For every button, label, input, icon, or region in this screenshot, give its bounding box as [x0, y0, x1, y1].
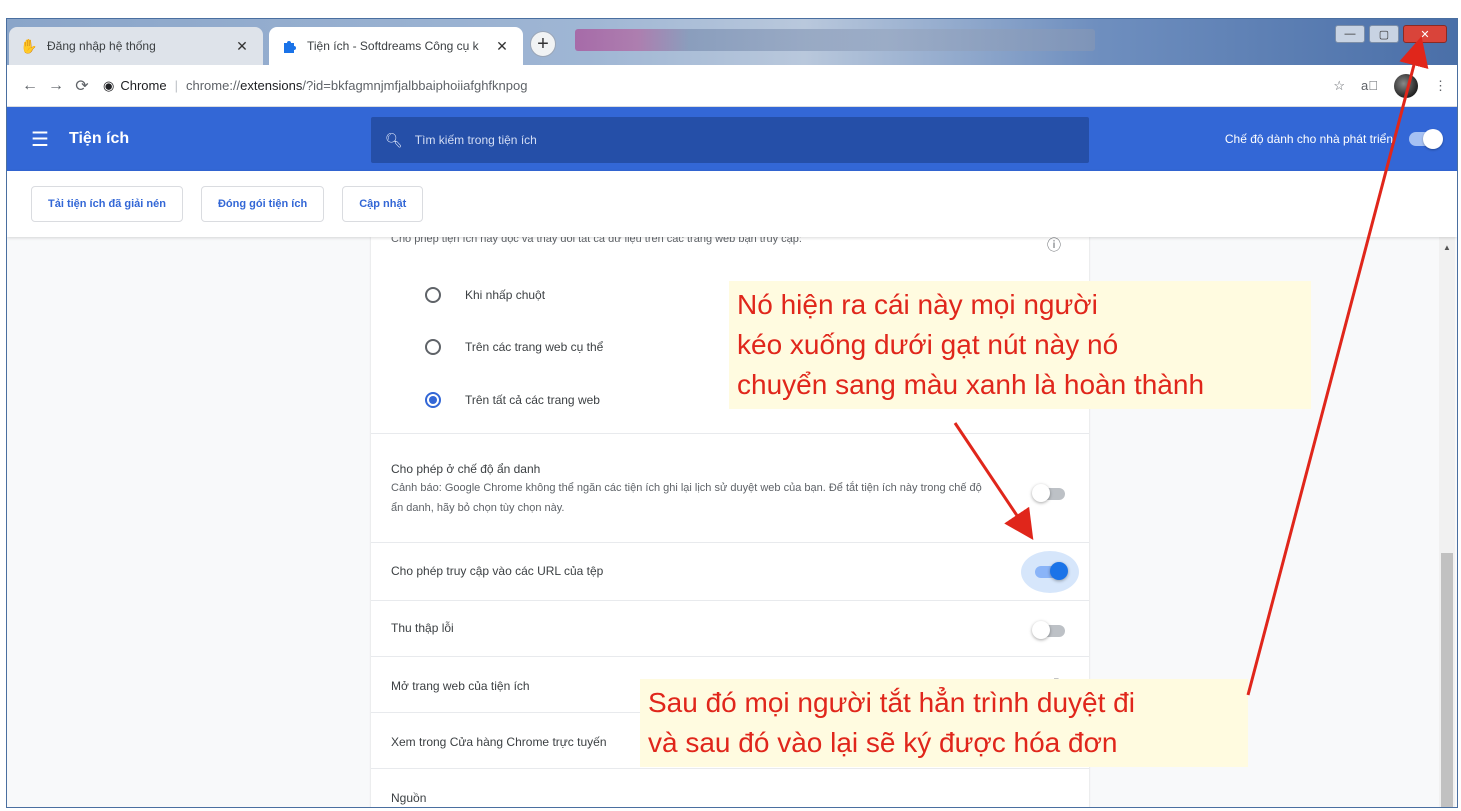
scroll-thumb[interactable] — [1441, 553, 1453, 807]
separator: | — [174, 78, 178, 93]
incognito-row: Cho phép ở chế độ ẩn danh Cảnh báo: Goog… — [371, 433, 1089, 542]
puzzle-icon — [281, 38, 297, 54]
window-close-button[interactable]: ✕ — [1403, 25, 1447, 43]
incognito-toggle[interactable] — [1032, 484, 1065, 502]
tab-login[interactable]: ✋ Đăng nhập hệ thống ✕ — [9, 27, 263, 65]
star-icon[interactable]: ☆ — [1333, 78, 1345, 94]
translate-icon[interactable]: a⃞ — [1361, 78, 1378, 93]
address-bar[interactable]: ◉ Chrome | chrome://extensions/?id=bkfag… — [103, 78, 1333, 94]
maximize-button[interactable]: ▢ — [1369, 25, 1399, 43]
source-row: Nguồn — [371, 768, 1089, 807]
info-icon[interactable]: ⓘ — [1047, 237, 1061, 255]
collect-errors-row: Thu thập lỗi — [371, 600, 1089, 656]
tab-title: Đăng nhập hệ thống — [47, 39, 156, 53]
radio-specific-sites[interactable]: Trên các trang web cụ thể — [425, 339, 603, 355]
radio-on-click[interactable]: Khi nhấp chuột — [425, 287, 545, 303]
dev-mode-label: Chế độ dành cho nhà phát triển — [1224, 132, 1393, 146]
annotation-note-2: Sau đó mọi người tắt hẳn trình duyệt đi … — [640, 679, 1248, 767]
page-scrollbar[interactable]: ▲ — [1439, 237, 1455, 807]
url-text: chrome://extensions/?id=bkfagmnjmfjalbba… — [185, 78, 528, 93]
origin-chip: ◉ Chrome — [103, 77, 167, 94]
forward-icon[interactable]: → — [43, 77, 69, 95]
pack-extension-button[interactable]: Đóng gói tiện ích — [200, 186, 325, 222]
dev-mode-toggle[interactable] — [1409, 129, 1443, 149]
update-button[interactable]: Cập nhật — [342, 186, 424, 222]
load-unpacked-button[interactable]: Tải tiện ích đã giải nén — [31, 186, 183, 222]
tab-title: Tiện ích - Softdreams Công cụ k — [307, 39, 479, 53]
annotation-note-1: Nó hiện ra cái này mọi người kéo xuống d… — [729, 281, 1311, 409]
radio-button[interactable] — [425, 339, 441, 355]
dev-mode: Chế độ dành cho nhà phát triển — [1224, 107, 1443, 171]
reload-icon[interactable]: ⟳ — [69, 76, 95, 96]
scroll-up-icon[interactable]: ▲ — [1443, 243, 1451, 252]
new-tab-button[interactable]: + — [530, 31, 556, 57]
extension-search: 🔍︎ — [371, 117, 1089, 163]
close-icon[interactable]: ✕ — [493, 38, 511, 55]
file-urls-row: Cho phép truy cập vào các URL của tệp — [371, 542, 1089, 600]
minimize-button[interactable]: — — [1335, 25, 1365, 43]
tab-strip: ✋ Đăng nhập hệ thống ✕ Tiện ích - Softdr… — [7, 19, 1457, 65]
hand-icon: ✋ — [20, 37, 38, 54]
action-bar: Tải tiện ích đã giải nén Đóng gói tiện í… — [7, 171, 1457, 237]
blurred-area — [575, 29, 1095, 51]
radio-all-sites[interactable]: Trên tất cả các trang web — [425, 392, 600, 408]
avatar[interactable] — [1394, 73, 1418, 98]
file-urls-toggle[interactable] — [1035, 562, 1068, 580]
search-input[interactable] — [414, 133, 1075, 147]
back-icon[interactable]: ← — [17, 77, 43, 95]
close-icon[interactable]: ✕ — [233, 38, 251, 55]
collect-errors-toggle[interactable] — [1032, 621, 1065, 639]
radio-button[interactable] — [425, 287, 441, 303]
browser-toolbar: ← → ⟳ ◉ Chrome | chrome://extensions/?id… — [7, 65, 1457, 107]
extensions-header: ☰ Tiện ích 🔍︎ Chế độ dành cho nhà phát t… — [7, 107, 1457, 171]
hamburger-icon[interactable]: ☰ — [31, 127, 55, 152]
menu-dots-icon[interactable]: ⋮ — [1434, 78, 1447, 94]
radio-button-checked[interactable] — [425, 392, 441, 408]
toolbar-right: ☆ a⃞ ⋮ — [1333, 73, 1447, 98]
page-title: Tiện ích — [69, 130, 130, 147]
tab-extensions[interactable]: Tiện ích - Softdreams Công cụ k ✕ — [269, 27, 523, 65]
window-controls: — ▢ ✕ — [1335, 25, 1447, 43]
search-icon: 🔍︎ — [385, 131, 403, 148]
chrome-icon: ◉ — [103, 77, 115, 93]
site-access-desc-cut: Cho phép tiện ích này đọc và thay đổi tấ… — [391, 237, 802, 245]
